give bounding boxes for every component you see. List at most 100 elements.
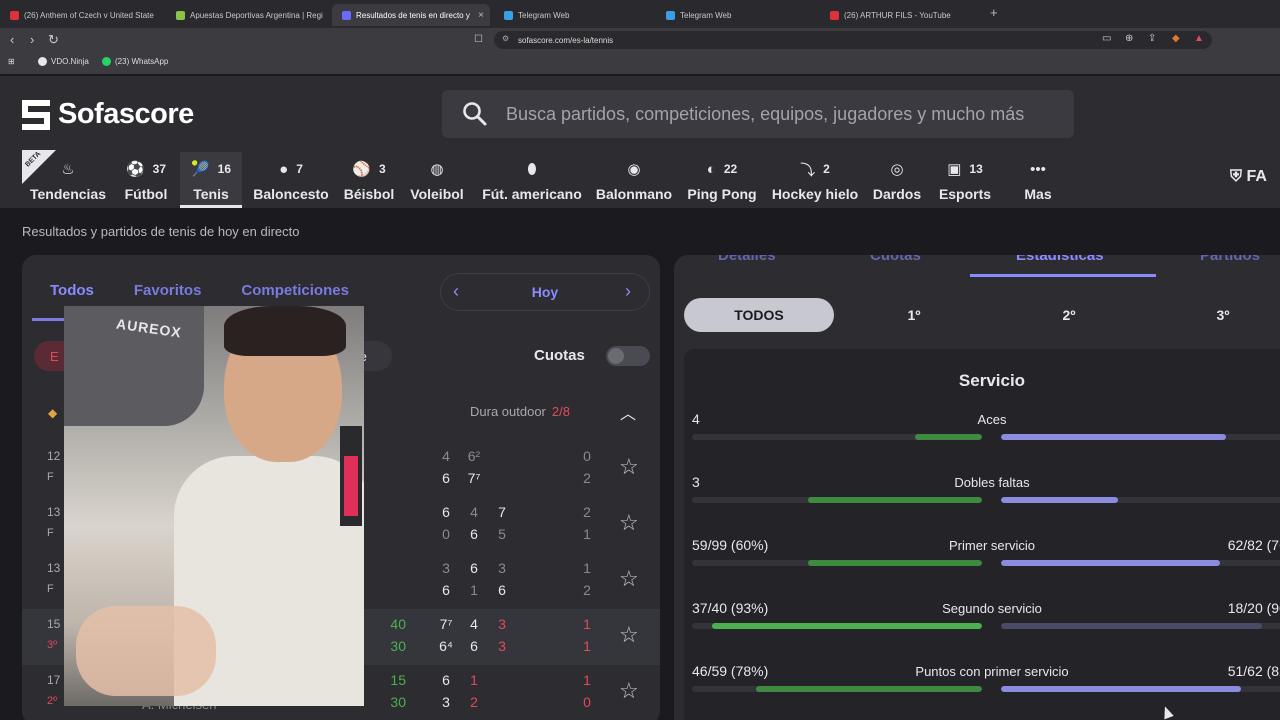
tab-cuotas[interactable]: Cuotas xyxy=(870,255,921,264)
stat-name: Dobles faltas xyxy=(954,475,1030,490)
browser-tab[interactable]: Telegram Web xyxy=(656,4,814,26)
streamer-hand xyxy=(76,606,216,696)
search-input[interactable] xyxy=(506,100,1066,128)
tab-competiciones[interactable]: Competiciones xyxy=(241,282,349,299)
tab-favicon-icon xyxy=(666,10,675,20)
sport-tab[interactable]: ⚾ 3 Béisbol xyxy=(338,152,400,208)
stat-away-bar xyxy=(1001,434,1280,440)
favorites-link[interactable]: ⛨ FA xyxy=(1230,168,1267,186)
back-icon[interactable]: ‹ xyxy=(10,32,14,47)
tab-todos[interactable]: Todos xyxy=(50,282,94,299)
favorite-star-icon[interactable]: ☆ xyxy=(619,512,639,534)
sport-tab[interactable]: 🎾 16 Tenis xyxy=(180,152,242,208)
bookmark-whatsapp[interactable]: (23) WhatsApp xyxy=(102,57,168,66)
period-2[interactable]: 2º xyxy=(994,298,1144,332)
stats-box: Servicio 4Aces1 3Dobles faltas 59/99 (60%)… xyxy=(684,349,1280,720)
search-box[interactable] xyxy=(442,90,1074,138)
date-label[interactable]: Hoy xyxy=(441,284,649,300)
game-points: 40 30 xyxy=(366,613,406,657)
bookmark-icon[interactable]: ☐ xyxy=(474,34,483,45)
sport-tab[interactable]: ◉ Balonmano xyxy=(590,152,678,208)
date-picker: ‹ Hoy › xyxy=(440,273,650,311)
period-1[interactable]: 1º xyxy=(839,298,989,332)
tab-title: Telegram Web xyxy=(680,10,732,20)
bookmark-label: (23) WhatsApp xyxy=(115,57,169,66)
game-points: 15 30 xyxy=(366,669,406,713)
match-status: F xyxy=(47,527,54,539)
apps-icon[interactable]: ⊞ xyxy=(8,57,15,66)
sport-tab[interactable]: ♨ Tendencias xyxy=(22,152,114,208)
sport-label: Esports xyxy=(938,186,992,202)
sport-label: Béisbol xyxy=(343,186,395,202)
sets-won: 11 xyxy=(577,613,597,657)
sport-tab[interactable]: ⚽ 37 Fútbol xyxy=(116,152,176,208)
match-time: 12 xyxy=(47,449,61,463)
sport-tab[interactable]: ••• Mas xyxy=(1010,152,1066,208)
favorite-star-icon[interactable]: ☆ xyxy=(619,456,639,478)
page-subtitle: Resultados y partidos de tenis de hoy en… xyxy=(22,224,300,239)
set-score xyxy=(492,669,512,713)
tab-detalles[interactable]: Detalles xyxy=(718,255,776,264)
tab-title: Resultados de tenis en directo y xyxy=(356,10,470,20)
stat-away-bar xyxy=(1001,497,1280,503)
match-status: F xyxy=(47,471,54,483)
close-tab-icon[interactable]: × xyxy=(478,10,484,21)
stat-away-value: 62/82 (76%) xyxy=(1227,537,1280,553)
period-3[interactable]: 3º xyxy=(1148,298,1280,332)
browser-tab[interactable]: Apuestas Deportivas Argentina | Regi xyxy=(166,4,328,26)
favorite-star-icon[interactable]: ☆ xyxy=(619,680,639,702)
browser-tab[interactable]: Telegram Web xyxy=(494,4,652,26)
sport-tab[interactable]: ◐ 22 Ping Pong xyxy=(682,152,762,208)
sets-home: 0 xyxy=(583,448,591,464)
active-tab-indicator xyxy=(970,274,1156,277)
browser-tab[interactable]: (26) ARTHUR FILS - YouTube xyxy=(820,4,978,26)
stat-away-bar xyxy=(1001,623,1280,629)
match-time: 15 xyxy=(47,617,61,631)
sport-tab[interactable]: ◎ Dardos xyxy=(866,152,928,208)
favorite-star-icon[interactable]: ☆ xyxy=(619,568,639,590)
site-info-icon[interactable]: ⚙ xyxy=(502,34,509,43)
bookmark-vdo-ninja[interactable]: VDO.Ninja xyxy=(38,57,89,66)
collapse-icon[interactable]: ︿ xyxy=(620,400,636,424)
sport-tab[interactable]: ⤵ 2 Hockey hielo xyxy=(766,152,864,208)
point-away: 30 xyxy=(390,638,406,654)
favorite-star-icon[interactable]: ☆ xyxy=(619,624,639,646)
stat-away-bar-fill xyxy=(1001,623,1262,629)
sport-tab[interactable]: ⬮ Fút. americano xyxy=(476,152,588,208)
sport-label: Mas xyxy=(1024,186,1052,202)
share-icon[interactable]: ⇪ xyxy=(1148,33,1156,44)
new-tab-button[interactable]: + xyxy=(990,5,998,20)
match-filter-tabs: Todos Favoritos Competiciones xyxy=(50,282,349,299)
bookmark-label: VDO.Ninja xyxy=(51,57,89,66)
brave-shield-icon[interactable]: ◆ xyxy=(1172,33,1180,44)
tab-estadisticas[interactable]: Estadísticas xyxy=(1016,255,1104,264)
forward-icon[interactable]: › xyxy=(30,32,34,47)
sets-won: 21 xyxy=(577,501,597,545)
match-time: 13 xyxy=(47,561,61,575)
reload-icon[interactable]: ↻ xyxy=(48,32,59,48)
tab-favoritos[interactable]: Favoritos xyxy=(134,282,202,299)
zoom-icon[interactable]: ⊕ xyxy=(1125,33,1133,44)
browser-tab[interactable]: Resultados de tenis en directo y × xyxy=(332,4,490,26)
sofascore-logo[interactable]: Sofascore xyxy=(22,98,194,131)
sets-home: 1 xyxy=(583,560,591,576)
rewards-icon[interactable]: ▲ xyxy=(1194,33,1204,44)
webcam-overlay: AUREOX xyxy=(64,306,364,706)
browser-tab[interactable]: (26) Anthem of Czech v United State xyxy=(0,4,162,26)
sport-tab[interactable]: ◍ Voleibol xyxy=(404,152,470,208)
sport-tab[interactable]: ▣ 13 Esports xyxy=(932,152,998,208)
screenshot-icon[interactable]: ▭ xyxy=(1102,33,1111,44)
sport-tab[interactable]: ● 7 Baloncesto xyxy=(246,152,336,208)
tab-favicon-icon xyxy=(342,10,351,20)
period-todos[interactable]: TODOS xyxy=(684,298,834,332)
set-away: 3 xyxy=(442,694,450,710)
tab-partidos[interactable]: Partidos xyxy=(1200,255,1260,264)
stat-home-bar-fill xyxy=(808,560,982,566)
set-score: 75 xyxy=(492,501,512,545)
sport-label: Voleibol xyxy=(410,186,464,202)
cuotas-toggle[interactable] xyxy=(606,346,650,366)
set-away: 0 xyxy=(442,526,450,542)
stat-away-value: 51/62 (82%) xyxy=(1227,663,1280,679)
set-home: 6 xyxy=(470,560,478,576)
next-day-icon[interactable]: › xyxy=(625,281,631,302)
